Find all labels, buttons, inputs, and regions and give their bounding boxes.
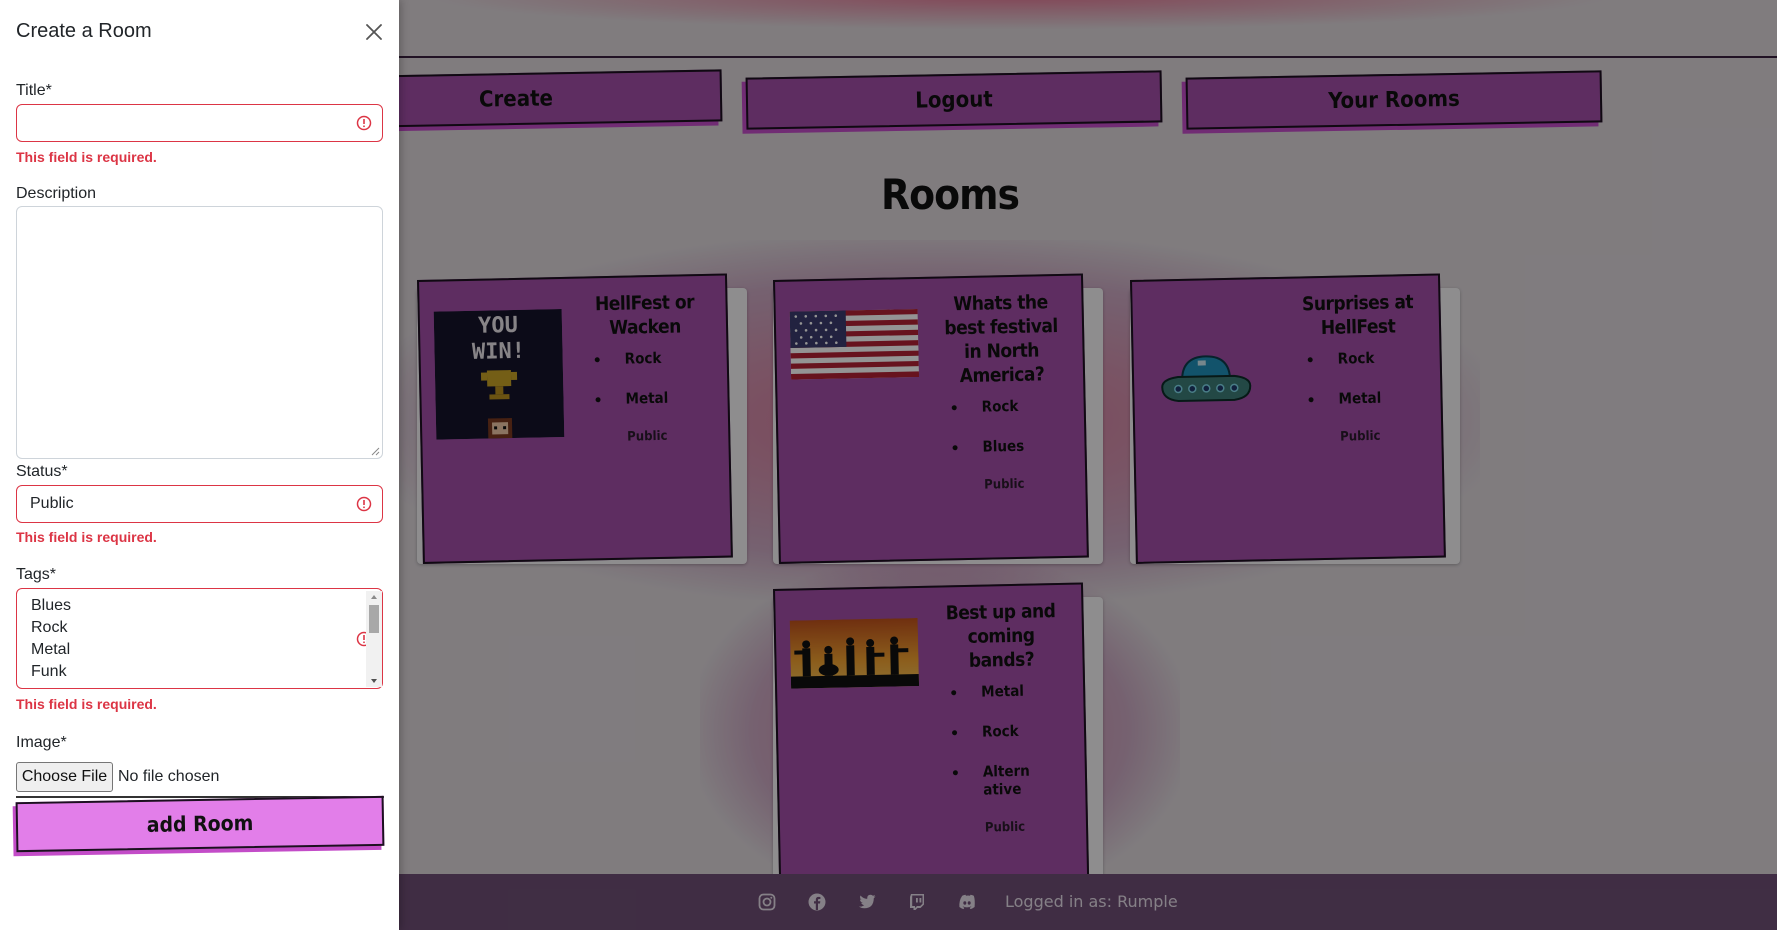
resize-handle-icon[interactable]	[370, 446, 380, 456]
description-textarea[interactable]	[16, 206, 383, 459]
status-input[interactable]: Public	[16, 485, 383, 523]
choose-file-button[interactable]: Choose File	[16, 762, 113, 792]
image-label: Image*	[16, 734, 67, 751]
tag-option[interactable]: Funk	[31, 663, 67, 681]
status-error: This field is required.	[16, 529, 157, 545]
invalid-icon	[356, 496, 372, 512]
description-label: Description	[16, 185, 97, 202]
tags-error: This field is required.	[16, 696, 157, 712]
tag-option[interactable]: Rock	[31, 619, 67, 637]
panel-title: Create a Room	[16, 20, 152, 42]
status-input-value: Public	[30, 495, 74, 512]
status-label: Status*	[16, 463, 68, 480]
invalid-icon	[356, 115, 372, 131]
tags-label: Tags*	[16, 566, 57, 583]
create-room-panel: Create a Room Title* This field is requi…	[0, 0, 399, 930]
add-room-button[interactable]: add Room	[15, 795, 385, 853]
tags-scrollbar[interactable]	[366, 591, 382, 687]
file-status: No file chosen	[118, 768, 220, 785]
tag-option[interactable]: Metal	[31, 641, 70, 659]
title-input[interactable]	[16, 104, 383, 142]
title-label: Title*	[16, 82, 52, 99]
tag-option[interactable]: Blues	[31, 597, 71, 615]
close-icon[interactable]	[362, 20, 386, 44]
tags-multiselect[interactable]: Blues Rock Metal Funk	[16, 588, 383, 689]
title-error: This field is required.	[16, 149, 157, 165]
